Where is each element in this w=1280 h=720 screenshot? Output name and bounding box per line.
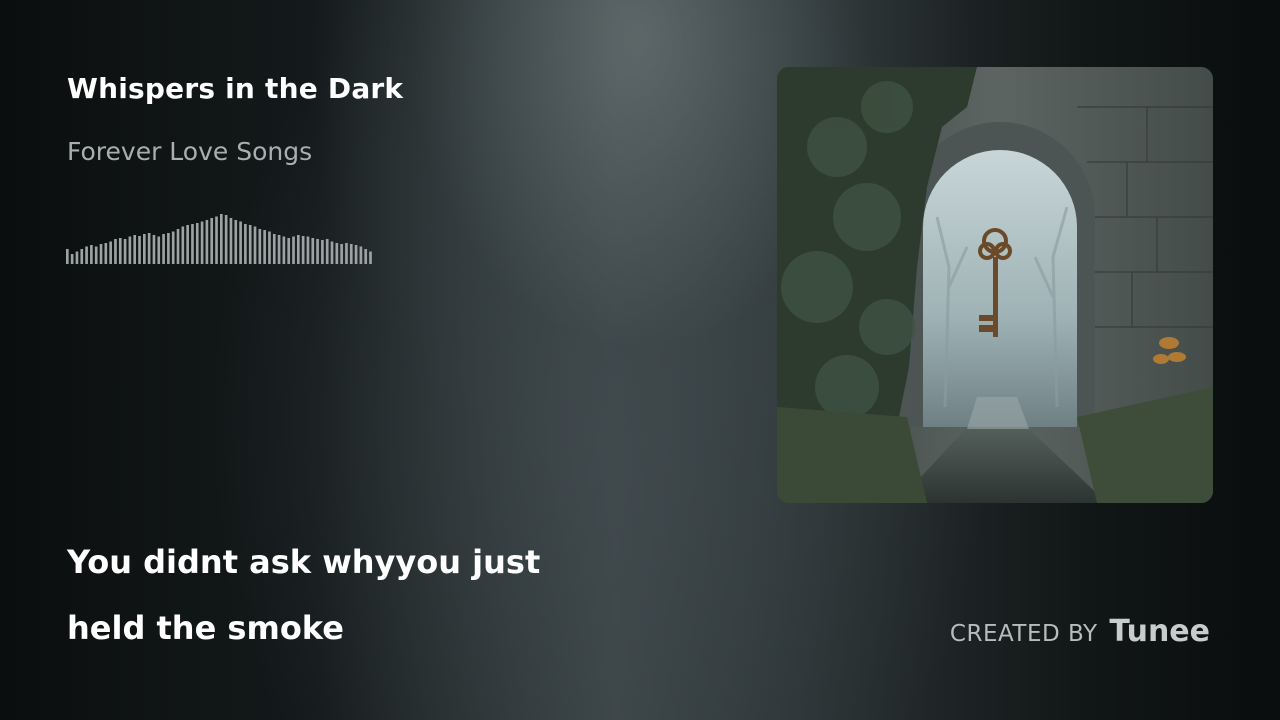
- credit-prefix: CREATED BY: [949, 621, 1098, 647]
- waveform-bar: [244, 224, 247, 264]
- waveform-bar: [272, 234, 276, 264]
- waveform-bar: [277, 235, 281, 264]
- waveform-bar: [215, 216, 218, 264]
- waveform-bar: [224, 215, 228, 264]
- lyrics-panel: You didnt ask whyyou just held the smoke: [67, 540, 667, 672]
- waveform-bar: [258, 229, 262, 264]
- waveform-bar: [210, 218, 214, 264]
- waveform-bar: [239, 221, 242, 264]
- created-by-credit: CREATED BY Tunee: [950, 614, 1210, 649]
- waveform-bar: [143, 234, 146, 264]
- waveform-bar: [75, 251, 79, 264]
- waveform-bar: [181, 226, 185, 264]
- waveform-bar: [325, 239, 329, 264]
- waveform-bar: [152, 235, 156, 264]
- waveform-bar: [287, 238, 291, 264]
- waveform-bar: [90, 245, 93, 264]
- waveform-bar: [85, 246, 88, 264]
- key-in-archway-icon: [777, 67, 1213, 503]
- waveform-bar: [205, 220, 209, 264]
- waveform-bar: [70, 254, 74, 264]
- waveform-bar: [369, 251, 372, 264]
- waveform-bar: [191, 224, 194, 264]
- waveform-bar: [345, 243, 348, 264]
- waveform-bar: [104, 243, 108, 264]
- waveform-bar: [364, 249, 368, 264]
- waveform-bar: [248, 225, 252, 264]
- track-title: Whispers in the Dark: [67, 72, 404, 105]
- waveform-bar: [80, 249, 84, 264]
- waveform-bar: [162, 234, 165, 264]
- waveform-bar: [340, 244, 343, 264]
- waveform-bar: [282, 236, 286, 264]
- lyric-line-1: You didnt ask whyyou just: [67, 543, 541, 581]
- waveform-bar: [133, 235, 137, 264]
- brand-logo: Tunee: [1109, 614, 1210, 649]
- waveform-bar: [349, 244, 353, 264]
- waveform-bar: [128, 236, 132, 264]
- waveform-bar: [157, 236, 161, 264]
- waveform-bar: [66, 249, 69, 264]
- waveform-bar: [118, 238, 122, 264]
- waveform-bar: [330, 241, 334, 264]
- audio-waveform: [66, 214, 372, 264]
- waveform-bar: [306, 236, 310, 264]
- waveform-bar: [234, 220, 238, 264]
- waveform-bar: [335, 243, 339, 264]
- waveform-bar: [301, 236, 305, 264]
- lyric-line-2: held the smoke: [67, 609, 344, 647]
- waveform-bar: [186, 225, 189, 264]
- waveform-bar: [292, 236, 295, 264]
- waveform-bar: [138, 236, 141, 264]
- waveform-bar: [321, 240, 324, 264]
- waveform-bar: [171, 231, 175, 264]
- waveform-bar: [167, 233, 170, 264]
- waveform-bar: [114, 239, 117, 264]
- waveform-bar: [123, 239, 127, 264]
- waveform-bar: [195, 223, 199, 264]
- waveform-bar: [359, 246, 363, 264]
- waveform-bar: [147, 233, 151, 264]
- waveform-bar: [311, 238, 315, 264]
- waveform-bar: [109, 241, 112, 264]
- waveform-bar: [200, 221, 204, 264]
- album-name: Forever Love Songs: [67, 137, 313, 166]
- waveform-bar: [297, 235, 300, 264]
- waveform-bar: [354, 245, 358, 264]
- waveform-bar: [220, 214, 223, 264]
- waveform-bar: [316, 239, 319, 264]
- waveform-bar: [229, 218, 233, 264]
- waveform-bar: [99, 244, 103, 264]
- waveform-bar: [176, 229, 180, 264]
- waveform-bar: [268, 231, 271, 264]
- waveform-bar: [263, 230, 266, 264]
- album-cover: [777, 67, 1213, 503]
- waveform-bar: [94, 246, 98, 264]
- waveform-bar: [253, 226, 257, 264]
